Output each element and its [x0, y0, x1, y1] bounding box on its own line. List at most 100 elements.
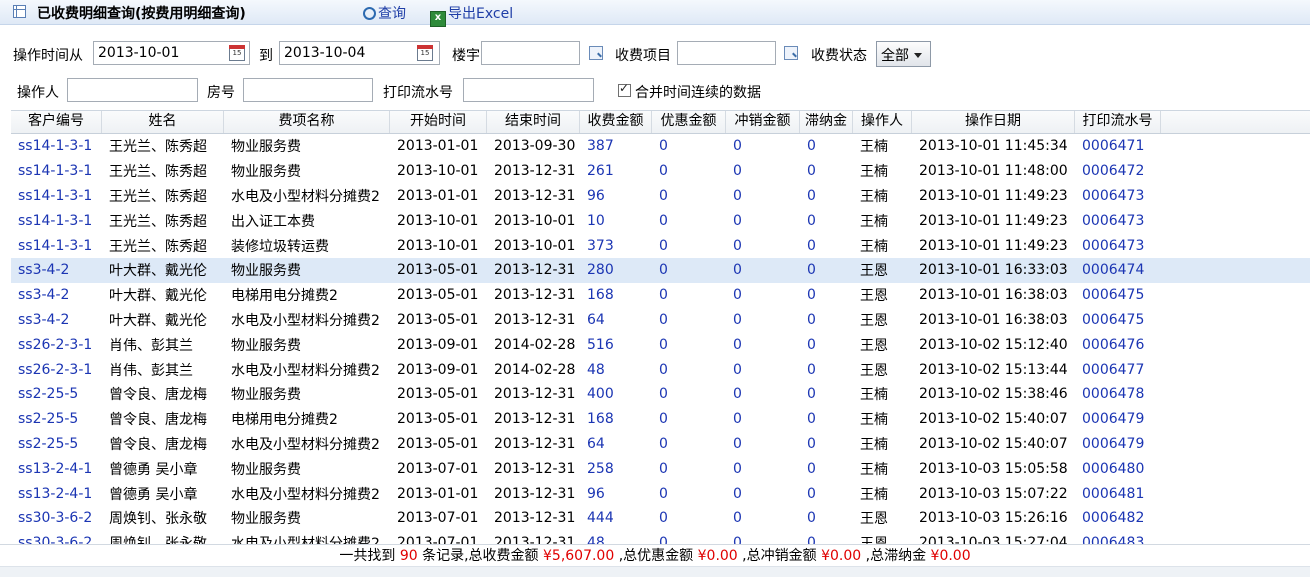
cell-operator: 王楠 — [860, 461, 888, 478]
cell-operator: 王恩 — [860, 337, 888, 354]
cell-customer-id[interactable]: ss26-2-3-1 — [11, 362, 102, 378]
table-row[interactable]: ss14-1-3-1 王光兰、陈秀超 物业服务费 2013-10-01 2013-12-… — [11, 159, 1310, 184]
cell-print-no[interactable]: 0006483 — [1075, 535, 1161, 544]
cell-print-no[interactable]: 0006475 — [1075, 312, 1161, 328]
column-header-discount[interactable]: 优惠金额 — [652, 111, 726, 133]
cell-print-no[interactable]: 0006481 — [1075, 486, 1161, 502]
cell-customer-id[interactable]: ss26-2-3-1 — [11, 337, 102, 353]
cell-print-no[interactable]: 0006471 — [1075, 138, 1161, 154]
cell-print-no[interactable]: 0006480 — [1075, 461, 1161, 477]
column-header-op-date[interactable]: 操作日期 — [912, 111, 1075, 133]
column-header-writeoff[interactable]: 冲销金额 — [726, 111, 800, 133]
operator-input[interactable] — [67, 78, 198, 102]
column-header-fee-name[interactable]: 费项名称 — [224, 111, 390, 133]
table-row[interactable]: ss3-4-2 叶大群、戴光伦 电梯用电分摊费2 2013-05-01 2013-12-… — [11, 283, 1310, 308]
calendar-icon[interactable]: 15 — [417, 45, 433, 61]
cell-customer-id[interactable]: ss2-25-5 — [11, 386, 102, 402]
cell-print-no[interactable]: 0006479 — [1075, 436, 1161, 452]
export-label: 导出Excel — [448, 6, 514, 22]
cell-print-no[interactable]: 0006477 — [1075, 362, 1161, 378]
cell-customer-id[interactable]: ss14-1-3-1 — [11, 163, 102, 179]
cell-start-date: 2013-05-01 — [397, 411, 479, 428]
room-input[interactable] — [243, 78, 373, 102]
cell-customer-id[interactable]: ss3-4-2 — [11, 312, 102, 328]
table-row[interactable]: ss3-4-2 叶大群、戴光伦 水电及小型材料分摊费2 2013-05-01 2013-… — [11, 308, 1310, 333]
cell-customer-id[interactable]: ss2-25-5 — [11, 436, 102, 452]
cell-fee-name: 物业服务费 — [231, 387, 301, 404]
print-no-input[interactable] — [463, 78, 594, 102]
cell-customer-id[interactable]: ss13-2-4-1 — [11, 486, 102, 502]
cell-print-no[interactable]: 0006472 — [1075, 163, 1161, 179]
cell-print-no[interactable]: 0006473 — [1075, 188, 1161, 204]
calendar-icon[interactable]: 15 — [229, 45, 245, 61]
cell-customer-id[interactable]: ss14-1-3-1 — [11, 238, 102, 254]
column-header-fee-amount[interactable]: 收费金额 — [580, 111, 652, 133]
fee-status-select[interactable]: 全部 — [876, 41, 931, 67]
table-row[interactable]: ss2-25-5 曾令良、唐龙梅 电梯用电分摊费2 2013-05-01 2013-12… — [11, 407, 1310, 432]
building-input[interactable] — [481, 41, 580, 65]
cell-late-fee: 0 — [807, 535, 816, 544]
op-time-from-input[interactable] — [93, 41, 250, 65]
summary-text-4: ,总滞纳金 — [865, 548, 927, 564]
cell-customer-id[interactable]: ss13-2-4-1 — [11, 461, 102, 477]
building-picker-icon[interactable] — [589, 46, 603, 60]
cell-print-no[interactable]: 0006473 — [1075, 213, 1161, 229]
column-header-customer-id[interactable]: 客户编号 — [11, 111, 102, 133]
cell-customer-id[interactable]: ss30-3-6-2 — [11, 510, 102, 526]
table-row[interactable]: ss30-3-6-2周焕钊、张永敬水电及小型材料分摊费2 2013-07-01 20… — [11, 531, 1310, 544]
summary-bar: 一共找到 90 条记录,总收费金额 ¥5,607.00 ,总优惠金额 ¥0.00… — [0, 544, 1310, 567]
cell-print-no[interactable]: 0006478 — [1075, 386, 1161, 402]
table-row[interactable]: ss13-2-4-1 曾德勇 吴小章 水电及小型材料分摊费2 2013-01-01 20… — [11, 481, 1310, 506]
cell-discount: 0 — [659, 187, 668, 204]
cell-late-fee: 0 — [807, 187, 816, 204]
cell-print-no[interactable]: 0006474 — [1075, 262, 1161, 278]
cell-print-no[interactable]: 0006476 — [1075, 337, 1161, 353]
cell-start-date: 2013-10-01 — [397, 237, 479, 254]
cell-customer-id[interactable]: ss14-1-3-1 — [11, 213, 102, 229]
table-row[interactable]: ss2-25-5 曾令良、唐龙梅 水电及小型材料分摊费2 2013-05-01 2013… — [11, 432, 1310, 457]
cell-customer-id[interactable]: ss2-25-5 — [11, 411, 102, 427]
column-header-late-fee[interactable]: 滞纳金 — [800, 111, 853, 133]
cell-print-no[interactable]: 0006479 — [1075, 411, 1161, 427]
cell-customer-id[interactable]: ss14-1-3-1 — [11, 188, 102, 204]
cell-customer-id[interactable]: ss30-3-6-2 — [11, 535, 102, 544]
cell-fee-name: 水电及小型材料分摊费2 — [231, 188, 380, 205]
op-time-to-input[interactable] — [279, 41, 440, 65]
fee-item-picker-icon[interactable] — [784, 46, 798, 60]
table-row[interactable]: ss14-1-3-1 王光兰、陈秀超 水电及小型材料分摊费2 2013-01-01 20… — [11, 184, 1310, 209]
table-row[interactable]: ss14-1-3-1 王光兰、陈秀超 物业服务费 2013-01-01 2013-09-… — [11, 134, 1310, 159]
column-header-operator[interactable]: 操作人 — [853, 111, 912, 133]
column-header-name[interactable]: 姓名 — [102, 111, 224, 133]
fee-item-input[interactable] — [677, 41, 776, 65]
column-header-start-date[interactable]: 开始时间 — [390, 111, 487, 133]
column-header-end-date[interactable]: 结束时间 — [487, 111, 580, 133]
cell-start-date: 2013-10-01 — [397, 212, 479, 229]
cell-customer-id[interactable]: ss3-4-2 — [11, 262, 102, 278]
cell-fee-amount: 168 — [587, 411, 614, 428]
table-row[interactable]: ss2-25-5 曾令良、唐龙梅 物业服务费 2013-05-01 2013-12-31… — [11, 382, 1310, 407]
cell-writeoff: 0 — [733, 262, 742, 279]
cell-operator: 王恩 — [860, 312, 888, 329]
export-excel-button[interactable]: x 导出Excel — [430, 3, 513, 27]
cell-discount: 0 — [659, 435, 668, 452]
cell-fee-amount: 48 — [587, 535, 605, 544]
cell-name: 周焕钊、张永敬 — [109, 511, 207, 528]
table-row[interactable]: ss13-2-4-1 曾德勇 吴小章 物业服务费 2013-07-01 2013-12-… — [11, 456, 1310, 481]
query-button[interactable]: 查询 — [363, 3, 406, 23]
cell-print-no[interactable]: 0006475 — [1075, 287, 1161, 303]
table-row[interactable]: ss30-3-6-2 周焕钊、张永敬 物业服务费 2013-07-01 2013-12-… — [11, 506, 1310, 531]
table-row[interactable]: ss14-1-3-1 王光兰、陈秀超 出入证工本费 2013-10-01 2013-10… — [11, 208, 1310, 233]
cell-customer-id[interactable]: ss3-4-2 — [11, 287, 102, 303]
cell-print-no[interactable]: 0006473 — [1075, 238, 1161, 254]
column-header-print-no[interactable]: 打印流水号 — [1075, 111, 1161, 133]
table-row[interactable]: ss14-1-3-1 王光兰、陈秀超 装修垃圾转运费 2013-10-01 2013-1… — [11, 233, 1310, 258]
cell-writeoff: 0 — [733, 163, 742, 180]
merge-checkbox[interactable] — [618, 81, 631, 97]
cell-end-date: 2014-02-28 — [494, 336, 576, 353]
table-row[interactable]: ss26-2-3-1 肖伟、彭其兰 水电及小型材料分摊费2 2013-09-01 201… — [11, 357, 1310, 382]
cell-print-no[interactable]: 0006482 — [1075, 510, 1161, 526]
table-row[interactable]: ss3-4-2 叶大群、戴光伦 物业服务费 2013-05-01 2013-12-31 2… — [11, 257, 1310, 283]
cell-customer-id[interactable]: ss14-1-3-1 — [11, 138, 102, 154]
cell-start-date: 2013-07-01 — [397, 510, 479, 527]
table-row[interactable]: ss26-2-3-1 肖伟、彭其兰 物业服务费 2013-09-01 2014-02-2… — [11, 332, 1310, 357]
